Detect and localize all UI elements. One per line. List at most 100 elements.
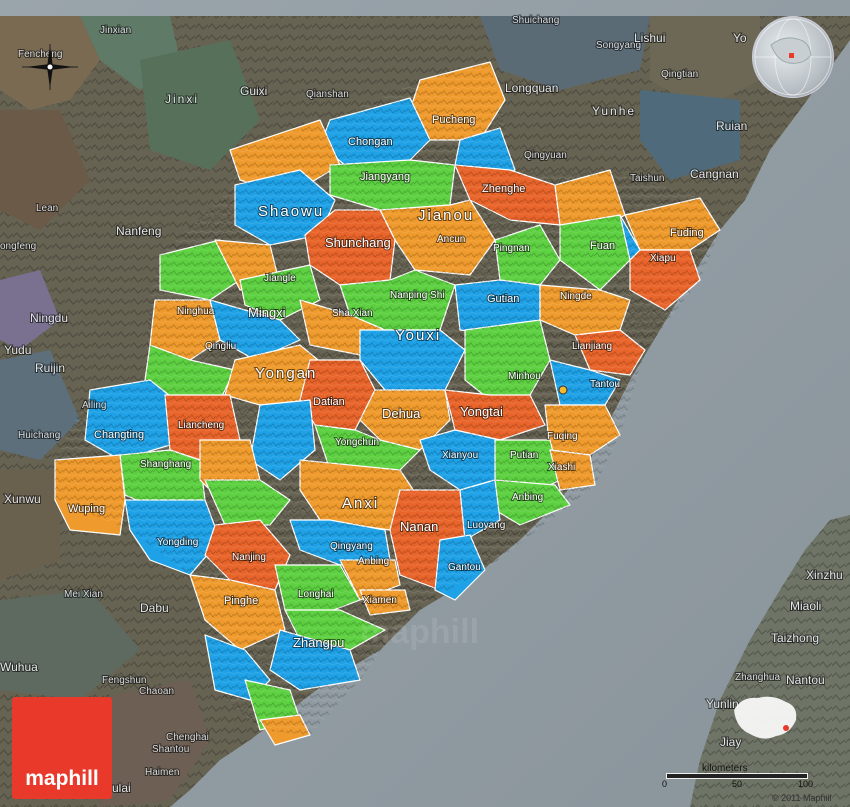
label-chongan: Chongan <box>348 136 393 148</box>
label-lianjiang: Lianjiang <box>572 341 612 352</box>
label-nanan: Nanan <box>400 519 438 534</box>
label-qianshan: Qianshan <box>306 89 349 100</box>
label-yongfeng: ongfeng <box>0 241 36 252</box>
label-zhangpu: Zhangpu <box>293 635 344 650</box>
label-xiamen: Xiamen <box>363 595 397 606</box>
region-changting <box>84 379 176 461</box>
label-anbing-2: Anbing <box>358 556 389 567</box>
label-meixian: Mei Xian <box>64 589 103 600</box>
label-ruijin: Ruijin <box>35 361 65 375</box>
label-taishun: Taishun <box>630 173 664 184</box>
label-xunwu: Xunwu <box>4 492 41 506</box>
label-qingtian: Qingtian <box>661 69 698 80</box>
label-pucheng: Pucheng <box>432 114 475 126</box>
label-pinghe: Pinghe <box>224 595 258 607</box>
label-taizhong: Taizhong <box>771 631 819 645</box>
label-tantou: Tantou <box>590 379 620 390</box>
label-shantou: Shantou <box>152 744 189 755</box>
label-dehua: Dehua <box>382 406 421 421</box>
label-yongan: Yongan <box>255 365 317 382</box>
label-luoyang: Luoyang <box>467 520 505 531</box>
label-ningde: Ningde <box>560 291 592 302</box>
label-wuping: Wuping <box>68 503 105 515</box>
label-chaoan: Chaoan <box>139 686 174 697</box>
label-chenghai: Chenghai <box>166 732 209 743</box>
label-wuhua: Wuhua <box>0 660 38 674</box>
label-datian: Datian <box>313 396 345 408</box>
label-cangnan: Cangnan <box>690 167 739 181</box>
label-putian: Putian <box>510 450 538 461</box>
label-guixi: Guixi <box>240 84 267 98</box>
label-yo: Yo <box>733 31 747 45</box>
scale-tick: 0 <box>662 779 668 789</box>
label-qingyang: Qingyang <box>330 541 373 552</box>
label-jinxi: Jinxi <box>165 92 199 106</box>
label-shanghang: Shanghang <box>140 459 191 470</box>
label-nanjing: Nanjing <box>232 552 266 563</box>
label-zhenghe: Zhenghe <box>482 183 525 195</box>
copyright: © 2011 Maphill <box>772 793 832 803</box>
label-ninghua: Ninghua <box>177 306 215 317</box>
label-lishui: Lishui <box>634 31 665 45</box>
label-xianyou: Xianyou <box>442 450 478 461</box>
label-dabu: Dabu <box>140 601 169 615</box>
label-yunhe: Yunhe <box>592 104 636 118</box>
label-ningdu: Ningdu <box>30 311 68 325</box>
label-anxi: Anxi <box>342 495 379 512</box>
watermark: maphill <box>360 613 479 651</box>
label-jinxian: Jinxian <box>100 25 131 36</box>
label-gutian: Gutian <box>487 293 519 305</box>
label-anbing-1: Anbing <box>512 492 543 503</box>
map-canvas: Pucheng Chongan Jiangyang Zhenghe Shaowu… <box>0 0 850 807</box>
label-changting: Changting <box>94 429 144 441</box>
city-marker-icon <box>558 385 568 395</box>
label-nanping: Nanping Shi <box>390 290 444 301</box>
label-huichang: Huichang <box>18 430 60 441</box>
label-longhai: Longhai <box>298 589 334 600</box>
label-ailing: Ailing <box>82 400 106 411</box>
label-jiangyang: Jiangyang <box>360 171 410 183</box>
maphill-logo[interactable]: maphill <box>12 697 112 799</box>
label-shuichang: Shuichang <box>512 15 559 26</box>
brand-text: maphill <box>25 767 99 790</box>
label-pingnan: Pingnan <box>493 243 530 254</box>
label-shunchang: Shunchang <box>325 235 391 250</box>
label-zhanghua: Zhanghua <box>735 672 780 683</box>
label-nanfeng: Nanfeng <box>116 224 161 238</box>
scale-tick: 100 <box>798 779 814 789</box>
scale-tick: 50 <box>732 779 743 789</box>
label-lean: Lean <box>36 203 58 214</box>
label-liancheng: Liancheng <box>178 420 224 431</box>
label-youxi: Youxi <box>395 327 441 344</box>
label-yongchun: Yongchun <box>335 437 379 448</box>
compass-rose-icon <box>14 40 84 94</box>
label-fuding: Fuding <box>670 227 704 239</box>
label-ancun: Ancun <box>437 234 465 245</box>
label-jianou: Jianou <box>418 207 474 224</box>
label-haimen: Haimen <box>145 767 179 778</box>
globe-locator-icon <box>752 16 834 98</box>
label-xiashi: Xiashi <box>548 462 575 473</box>
label-ulai: ulai <box>112 781 131 795</box>
label-ruian: Ruian <box>716 119 747 133</box>
label-longquan: Longquan <box>505 81 558 95</box>
label-minhou: Minhou <box>508 371 541 382</box>
label-fuqing: Fuqing <box>547 431 578 442</box>
label-qingyuan: Qingyuan <box>524 150 567 161</box>
china-inset-icon <box>728 690 808 750</box>
label-mingxi: Mingxi <box>248 305 286 320</box>
label-shaowu: Shaowu <box>258 203 324 220</box>
label-gantou: Gantou <box>448 562 481 573</box>
label-yudu: Yudu <box>4 343 31 357</box>
label-qingliu: Qingliu <box>205 341 236 352</box>
label-xinzhu: Xinzhu <box>806 568 843 582</box>
label-miaoli: Miaoli <box>790 599 821 613</box>
label-yongtai: Yongtai <box>460 404 503 419</box>
label-fengshun: Fengshun <box>102 675 146 686</box>
label-jiangle: Jiangle <box>264 273 296 284</box>
label-nantou: Nantou <box>786 673 825 687</box>
label-shaxian: Sha Xian <box>332 308 373 319</box>
label-fuan: Fuan <box>590 240 615 252</box>
label-xiapu: Xiapu <box>650 253 676 264</box>
label-yongding: Yongding <box>157 537 198 548</box>
